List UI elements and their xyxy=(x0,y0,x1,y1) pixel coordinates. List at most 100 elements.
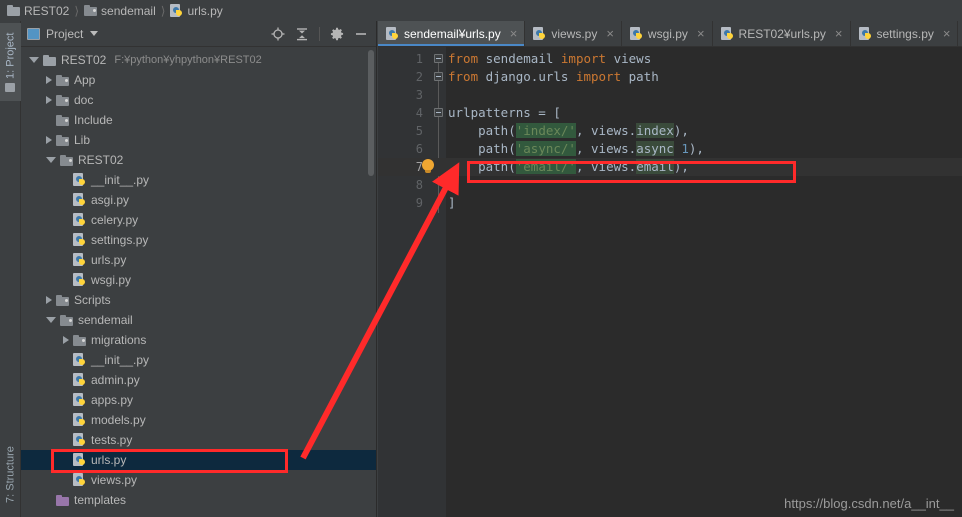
breadcrumb-item-0[interactable]: REST02 xyxy=(7,4,69,18)
collapse-all-icon[interactable] xyxy=(295,27,309,41)
python-file-icon xyxy=(73,473,86,487)
tree-row[interactable]: __init__.py xyxy=(21,350,376,370)
code-line[interactable]: 5 path('index/', views.index), xyxy=(378,122,962,140)
tree-row[interactable]: urls.py xyxy=(21,250,376,270)
chevron-right-icon[interactable] xyxy=(63,336,69,344)
folder-icon xyxy=(5,82,16,92)
tree-row[interactable]: admin.py xyxy=(21,370,376,390)
close-icon[interactable]: × xyxy=(697,27,705,40)
chevron-down-icon[interactable] xyxy=(29,57,39,63)
code-text: from django.urls import path xyxy=(448,69,659,84)
tree-row-label: Include xyxy=(74,113,113,127)
tree-row[interactable]: __init__.py xyxy=(21,170,376,190)
code-line[interactable]: 6 path('async/', views.async 1), xyxy=(378,140,962,158)
editor-tab[interactable]: sendemail¥urls.py × xyxy=(378,21,526,46)
tree-row[interactable]: views.py xyxy=(21,470,376,490)
code-line[interactable]: 8 xyxy=(378,176,962,194)
line-number: 7 xyxy=(415,160,423,174)
python-file-icon xyxy=(170,3,183,18)
python-file-icon xyxy=(73,413,86,427)
line-number: 6 xyxy=(415,142,423,156)
folder-dark-icon xyxy=(60,154,73,166)
tree-row[interactable]: apps.py xyxy=(21,390,376,410)
code-line[interactable]: 7 path('email/', views.email), xyxy=(378,158,962,176)
tree-row-label: admin.py xyxy=(91,373,140,387)
tree-row-label: wsgi.py xyxy=(91,273,132,287)
rail-button-structure[interactable]: 7: Structure xyxy=(0,435,21,515)
tree-row[interactable]: migrations xyxy=(21,330,376,350)
python-file-icon xyxy=(73,433,86,447)
tree-row[interactable]: Scripts xyxy=(21,290,376,310)
editor-tab[interactable]: settings.py × xyxy=(851,21,959,46)
code-editor[interactable]: 1 from sendemail import views 2 from django… xyxy=(378,47,962,517)
settings-gear-icon[interactable] xyxy=(330,27,344,41)
tree-row[interactable]: wsgi.py xyxy=(21,270,376,290)
code-text: urlpatterns = [ xyxy=(448,105,561,120)
breadcrumb-item-2[interactable]: urls.py xyxy=(170,3,223,18)
breadcrumb-item-1[interactable]: sendemail xyxy=(84,4,156,18)
tree-row[interactable]: Lib xyxy=(21,130,376,150)
fold-toggle-icon[interactable] xyxy=(434,54,443,63)
project-file-tree[interactable]: REST02 F:¥python¥yhpython¥REST02 App doc Inc… xyxy=(21,47,376,517)
chevron-down-icon[interactable] xyxy=(46,317,56,323)
tree-row-label: Lib xyxy=(74,133,91,147)
code-line[interactable]: 4 urlpatterns = [ xyxy=(378,104,962,122)
tree-row[interactable]: asgi.py xyxy=(21,190,376,210)
chevron-right-icon[interactable] xyxy=(46,296,52,304)
editor-tab[interactable]: wsgi.py × xyxy=(622,21,713,46)
fold-toggle-icon[interactable] xyxy=(434,108,443,117)
chevron-down-icon[interactable] xyxy=(46,157,56,163)
tree-row[interactable]: models.py xyxy=(21,410,376,430)
code-line[interactable]: 9] xyxy=(378,194,962,212)
close-icon[interactable]: × xyxy=(943,27,951,40)
locate-icon[interactable] xyxy=(271,27,285,41)
chevron-right-icon[interactable] xyxy=(46,136,52,144)
line-number: 5 xyxy=(415,124,423,138)
tree-row[interactable]: REST02 F:¥python¥yhpython¥REST02 xyxy=(21,50,376,70)
code-line[interactable]: 2 from django.urls import path xyxy=(378,68,962,86)
breadcrumb-label: REST02 xyxy=(24,3,70,18)
code-line[interactable]: 3 xyxy=(378,86,962,104)
tree-row[interactable]: tests.py xyxy=(21,430,376,450)
rail-label-structure: 7: Structure xyxy=(4,446,17,504)
editor-tab[interactable]: REST02¥urls.py × xyxy=(713,21,851,46)
tree-row[interactable]: App xyxy=(21,70,376,90)
chevron-down-icon[interactable] xyxy=(90,31,99,36)
tree-row[interactable]: doc xyxy=(21,90,376,110)
tree-row-label: asgi.py xyxy=(91,193,130,207)
tree-row-label: sendemail xyxy=(78,313,133,327)
project-tool-window: Project REST02 F:¥python¥yhpython¥REST02… xyxy=(21,21,377,517)
close-icon[interactable]: × xyxy=(835,27,843,40)
tree-row[interactable]: celery.py xyxy=(21,210,376,230)
close-icon[interactable]: × xyxy=(510,27,518,40)
tree-row[interactable]: urls.py xyxy=(21,450,376,470)
code-text: from sendemail import views xyxy=(448,51,652,66)
code-line[interactable]: 1 from sendemail import views xyxy=(378,50,962,68)
python-file-icon xyxy=(73,453,86,467)
chevron-right-icon[interactable] xyxy=(46,76,52,84)
fold-toggle-icon[interactable] xyxy=(434,72,443,81)
chevron-right-icon[interactable] xyxy=(46,96,52,104)
python-file-icon xyxy=(629,26,643,41)
tree-row[interactable]: settings.py xyxy=(21,230,376,250)
tree-row[interactable]: REST02 xyxy=(21,150,376,170)
tree-row[interactable]: sendemail xyxy=(21,310,376,330)
python-file-icon xyxy=(73,233,86,247)
tree-row-label: REST02 xyxy=(61,53,107,67)
python-file-icon xyxy=(73,253,86,267)
lightbulb-intention-icon[interactable] xyxy=(422,159,434,173)
hide-panel-icon[interactable] xyxy=(354,27,368,41)
rail-button-project[interactable]: 1: Project xyxy=(0,23,21,101)
tree-row-label: App xyxy=(74,73,96,87)
tree-row-label: __init__.py xyxy=(91,173,150,187)
tree-row-label: apps.py xyxy=(91,393,134,407)
line-number: 3 xyxy=(415,88,423,102)
editor-tab[interactable]: views.py × xyxy=(525,21,622,46)
editor-tab-bar: sendemail¥urls.py × views.py × wsgi.py × REST0… xyxy=(378,21,962,47)
tree-row[interactable]: templates xyxy=(21,490,376,510)
tree-row[interactable]: Include xyxy=(21,110,376,130)
line-number: 9 xyxy=(415,196,423,210)
close-icon[interactable]: × xyxy=(606,27,614,40)
